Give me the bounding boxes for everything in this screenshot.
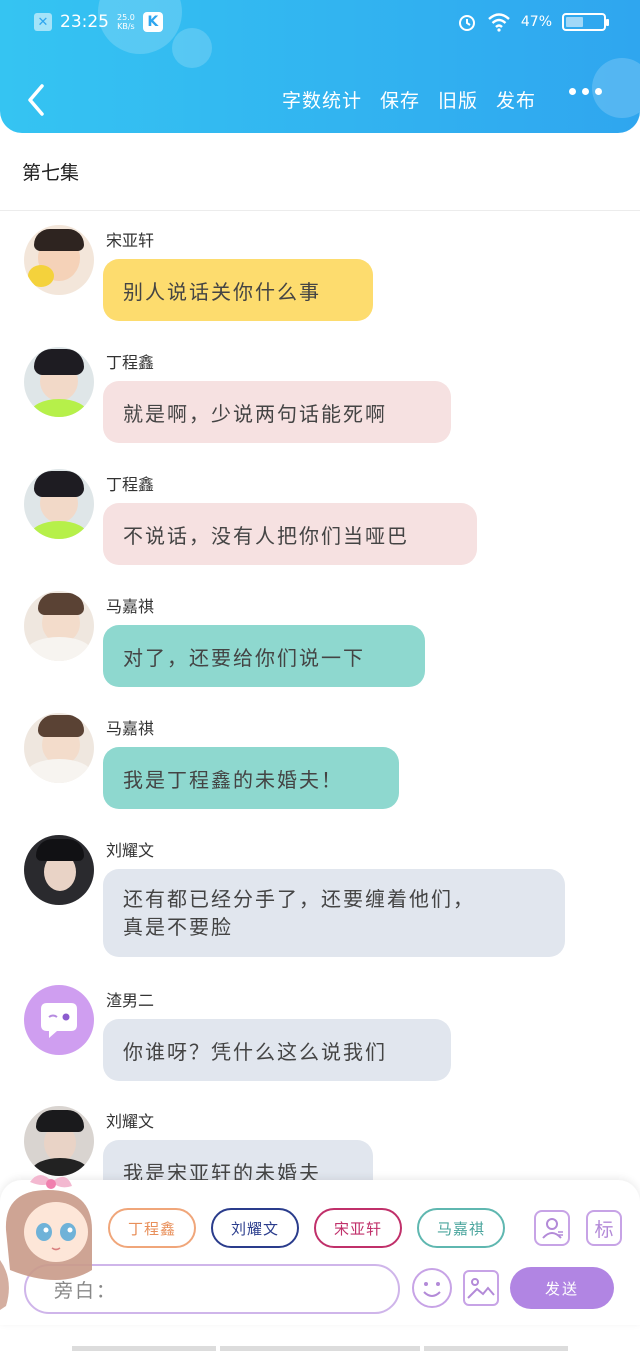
avatar[interactable] [24, 985, 94, 1055]
avatar[interactable] [24, 713, 94, 783]
divider [0, 210, 640, 211]
chapter-title[interactable]: 第七集 [22, 158, 79, 185]
emoji-icon[interactable] [412, 1268, 452, 1308]
network-speed-value: 25.0 [117, 13, 135, 22]
sender-name: 马嘉祺 [106, 597, 155, 616]
message-bubble[interactable]: 不说话，没有人把你们当哑巴 [103, 503, 477, 565]
nav-indicator [424, 1346, 568, 1351]
character-chip[interactable]: 丁程鑫 [108, 1208, 196, 1248]
nav-indicator [72, 1346, 216, 1351]
sender-name: 马嘉祺 [106, 719, 155, 738]
message-bubble[interactable]: 你谁呀？凭什么这么说我们 [103, 1019, 451, 1081]
more-icon[interactable] [569, 88, 602, 95]
chat-message[interactable]: 丁程鑫 不说话，没有人把你们当哑巴 [0, 469, 640, 569]
sender-name: 渣男二 [106, 991, 155, 1010]
character-manage-icon[interactable] [534, 1210, 570, 1246]
sender-name: 宋亚轩 [106, 231, 155, 250]
sender-name: 丁程鑫 [106, 353, 155, 372]
chat-message[interactable]: 渣男二 你谁呀？凭什么这么说我们 [0, 985, 640, 1085]
chat-message[interactable]: 马嘉祺 我是丁程鑫的未婚夫！ [0, 713, 640, 813]
status-bar: ✕ 23:25 25.0 KB/s K 47% [0, 8, 640, 40]
back-icon[interactable] [22, 80, 58, 120]
app-k-icon: K [142, 12, 163, 32]
chat-message[interactable]: 宋亚轩 别人说话关你什么事 [0, 225, 640, 325]
clock: 23:25 [60, 12, 109, 32]
wifi-icon [488, 13, 510, 32]
avatar[interactable] [24, 591, 94, 661]
chat-message[interactable]: 马嘉祺 对了，还要给你们说一下 [0, 591, 640, 691]
message-bubble[interactable]: 别人说话关你什么事 [103, 259, 373, 321]
image-icon[interactable] [463, 1270, 499, 1306]
battery-icon [562, 13, 609, 31]
message-bubble[interactable]: 我是丁程鑫的未婚夫！ [103, 747, 399, 809]
message-line: 还有都已经分手了，还要缠着他们， [123, 887, 475, 911]
avatar[interactable] [24, 469, 94, 539]
character-chip[interactable]: 宋亚轩 [314, 1208, 402, 1248]
mascot-sticker [0, 1175, 93, 1310]
network-speed: 25.0 KB/s [117, 13, 135, 31]
chat-message[interactable]: 刘耀文 还有都已经分手了，还要缠着他们， 真是不要脸 [0, 835, 640, 965]
alarm-icon [458, 15, 475, 31]
nav-indicator [220, 1346, 420, 1351]
sender-name: 刘耀文 [106, 841, 155, 860]
message-bubble[interactable]: 就是啊，少说两句话能死啊 [103, 381, 451, 443]
save-button[interactable]: 保存 [380, 86, 420, 113]
sender-name: 丁程鑫 [106, 475, 155, 494]
message-bubble[interactable]: 还有都已经分手了，还要缠着他们， 真是不要脸 [103, 869, 565, 957]
notification-icon: ✕ [34, 13, 52, 31]
message-line: 真是不要脸 [123, 915, 233, 939]
character-chip[interactable]: 刘耀文 [211, 1208, 299, 1248]
tag-button[interactable]: 标 [586, 1210, 622, 1246]
word-count-button[interactable]: 字数统计 [282, 86, 362, 113]
publish-button[interactable]: 发布 [496, 86, 536, 113]
character-chip[interactable]: 马嘉祺 [417, 1208, 505, 1248]
sender-name: 刘耀文 [106, 1112, 155, 1131]
nav-bar: 字数统计 保存 旧版 发布 [0, 78, 640, 122]
chat-message[interactable]: 丁程鑫 就是啊，少说两句话能死啊 [0, 347, 640, 447]
avatar[interactable] [24, 347, 94, 417]
battery-percent: 47% [520, 14, 552, 30]
send-button[interactable]: 发送 [510, 1267, 614, 1309]
header-bar: ✕ 23:25 25.0 KB/s K 47% 字数统计 保存 旧版 发布 [0, 0, 640, 133]
network-speed-unit: KB/s [117, 22, 135, 31]
avatar[interactable] [24, 225, 94, 295]
chat-bubble-icon [41, 1003, 77, 1038]
old-version-button[interactable]: 旧版 [438, 86, 478, 113]
battery-level [566, 17, 583, 27]
avatar[interactable] [24, 835, 94, 905]
message-bubble[interactable]: 对了，还要给你们说一下 [103, 625, 425, 687]
